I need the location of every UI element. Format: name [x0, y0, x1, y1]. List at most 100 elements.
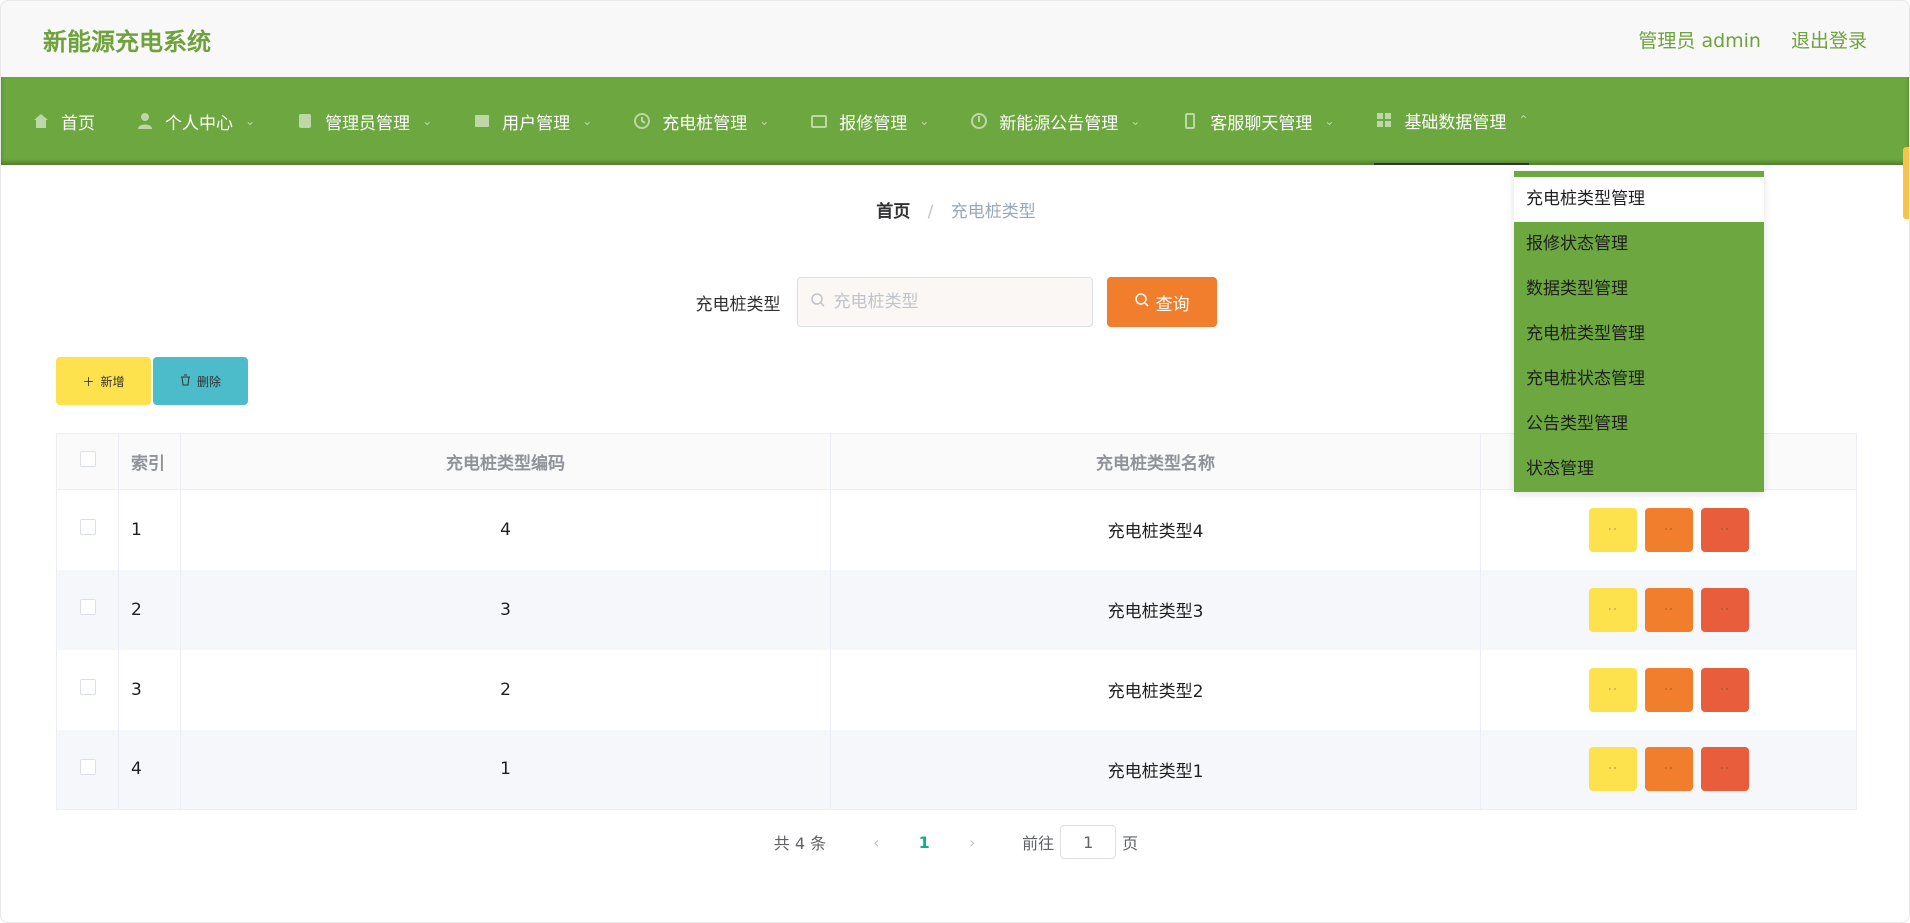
edit-button[interactable]: · · — [1644, 587, 1693, 632]
row-delete-button[interactable]: · · — [1700, 507, 1749, 552]
user-icon — [135, 111, 155, 131]
table-row: 2 3 充电桩类型3 · · · · · · — [56, 569, 1857, 650]
dropdown-item[interactable]: 充电桩类型管理 — [1514, 312, 1764, 357]
cell-code: 3 — [180, 569, 831, 650]
nav-item-admin[interactable]: 管理员管理 ⌄ — [295, 77, 432, 165]
nav-item-label: 新能源公告管理 — [999, 113, 1119, 134]
current-user-label[interactable]: 管理员 admin — [1638, 26, 1761, 53]
row-delete-button[interactable]: · · — [1700, 747, 1749, 792]
search-label: 充电桩类型 — [695, 294, 781, 315]
cell-name: 充电桩类型2 — [830, 649, 1481, 730]
search-input-wrapper[interactable] — [796, 277, 1093, 327]
breadcrumb-home[interactable]: 首页 — [876, 202, 910, 222]
nav-item-home[interactable]: 首页 — [31, 77, 95, 165]
admin-icon — [295, 111, 315, 131]
charger-icon — [632, 111, 652, 131]
search-input[interactable] — [833, 292, 1074, 312]
scrollbar-thumb[interactable] — [1903, 147, 1909, 219]
nav-item-chat[interactable]: 客服聊天管理 ⌄ — [1180, 77, 1334, 165]
goto-page-input[interactable] — [1060, 825, 1117, 859]
cell-actions: · · · · · · — [1480, 729, 1857, 810]
plus-icon: ＋ — [82, 374, 95, 389]
edit-button[interactable]: · · — [1644, 667, 1693, 712]
cell-index: 4 — [118, 729, 181, 810]
column-header-index: 索引 — [118, 433, 181, 490]
header-right: 管理员 admin 退出登录 — [1638, 26, 1867, 53]
view-button[interactable]: · · — [1588, 587, 1637, 632]
breadcrumb-current: 充电桩类型 — [950, 202, 1036, 222]
column-header-code: 充电桩类型编码 — [180, 433, 831, 490]
edit-button[interactable]: · · — [1644, 747, 1693, 792]
chevron-down-icon: ⌄ — [919, 114, 930, 128]
nav-item-label: 客服聊天管理 — [1210, 113, 1313, 134]
page: 新能源充电系统 管理员 admin 退出登录 首页 个人中心 ⌄ 管理员管理 ⌄ — [0, 0, 1910, 923]
delete-button[interactable]: 删除 — [153, 357, 248, 405]
chevron-down-icon: ⌄ — [245, 114, 256, 128]
nav-item-label: 管理员管理 — [325, 113, 411, 134]
nav-item-base-data[interactable]: 基础数据管理 ⌃ — [1374, 77, 1529, 165]
dropdown-item[interactable]: 充电桩类型管理 — [1514, 177, 1764, 222]
chat-icon — [1180, 111, 1200, 131]
nav-item-profile[interactable]: 个人中心 ⌄ — [135, 77, 255, 165]
chevron-up-icon: ⌃ — [1518, 113, 1529, 127]
dropdown-item[interactable]: 状态管理 — [1514, 447, 1764, 492]
row-delete-button[interactable]: · · — [1700, 667, 1749, 712]
home-icon — [31, 111, 51, 131]
row-checkbox[interactable] — [79, 679, 96, 695]
logout-link[interactable]: 退出登录 — [1791, 26, 1867, 53]
cell-index: 2 — [118, 569, 181, 650]
row-delete-button[interactable]: · · — [1700, 587, 1749, 632]
view-button[interactable]: · · — [1588, 667, 1637, 712]
nav-item-label: 首页 — [61, 113, 95, 134]
add-button[interactable]: ＋ 新增 — [56, 357, 151, 405]
app-title: 新能源充电系统 — [43, 27, 211, 56]
nav-item-label: 报修管理 — [839, 113, 908, 134]
base-data-dropdown: 充电桩类型管理 报修状态管理 数据类型管理 充电桩类型管理 充电桩状态管理 公告… — [1514, 171, 1764, 492]
chevron-down-icon: ⌄ — [422, 114, 433, 128]
goto-suffix: 页 — [1122, 834, 1139, 853]
table-row: 1 4 充电桩类型4 · · · · · · — [56, 489, 1857, 570]
table-row: 4 1 充电桩类型1 · · · · · · — [56, 729, 1857, 810]
edit-button[interactable]: · · — [1644, 507, 1693, 552]
row-checkbox[interactable] — [79, 519, 96, 536]
pagination-total: 共 4 条 — [773, 834, 827, 853]
add-button-label: 新增 — [100, 374, 125, 389]
row-select-cell — [56, 569, 119, 650]
dropdown-item[interactable]: 数据类型管理 — [1514, 267, 1764, 312]
search-icon — [1134, 292, 1150, 313]
grid-icon — [1374, 110, 1394, 130]
nav-item-repair[interactable]: 报修管理 ⌄ — [809, 77, 929, 165]
breadcrumb-separator: / — [927, 202, 934, 222]
query-button[interactable]: 查询 — [1106, 277, 1217, 327]
query-button-label: 查询 — [1155, 294, 1190, 315]
prev-page-icon[interactable]: ‹ — [852, 833, 900, 852]
cell-code: 2 — [180, 649, 831, 730]
view-button[interactable]: · · — [1588, 507, 1637, 552]
cell-index: 1 — [118, 489, 181, 570]
nav-item-label: 用户管理 — [502, 113, 571, 134]
cell-actions: · · · · · · — [1480, 649, 1857, 730]
row-checkbox[interactable] — [79, 758, 96, 775]
nav-item-label: 个人中心 — [165, 113, 233, 134]
nav-item-charger[interactable]: 充电桩管理 ⌄ — [632, 77, 769, 165]
nav-item-label: 基础数据管理 — [1404, 112, 1507, 133]
dropdown-item[interactable]: 充电桩状态管理 — [1514, 357, 1764, 402]
goto-page: 前往 页 — [1022, 825, 1138, 859]
cell-actions: · · · · · · — [1480, 489, 1857, 570]
select-all-checkbox[interactable] — [79, 451, 96, 467]
cell-actions: · · · · · · — [1480, 569, 1857, 650]
main-nav: 首页 个人中心 ⌄ 管理员管理 ⌄ 用户管理 ⌄ 充电桩管理 ⌄ 报修管理 ⌄ … — [1, 77, 1909, 165]
nav-item-notice[interactable]: 新能源公告管理 ⌄ — [969, 77, 1140, 165]
page-number[interactable]: 1 — [900, 833, 948, 852]
nav-item-users[interactable]: 用户管理 ⌄ — [472, 77, 592, 165]
row-checkbox[interactable] — [79, 599, 96, 615]
dropdown-item[interactable]: 公告类型管理 — [1514, 402, 1764, 447]
view-button[interactable]: · · — [1588, 747, 1637, 792]
cell-code: 4 — [180, 489, 831, 570]
repair-icon — [809, 111, 829, 131]
chevron-down-icon: ⌄ — [759, 114, 770, 128]
cell-index: 3 — [118, 649, 181, 730]
trash-icon — [180, 374, 191, 389]
dropdown-item[interactable]: 报修状态管理 — [1514, 222, 1764, 267]
next-page-icon[interactable]: › — [948, 833, 996, 852]
